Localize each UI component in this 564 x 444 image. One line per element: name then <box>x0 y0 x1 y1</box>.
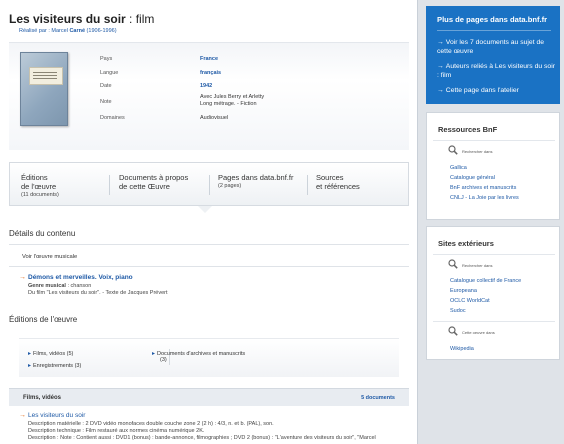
country-value[interactable]: France <box>200 56 218 62</box>
page-title: Les visiteurs du soir : film <box>9 12 155 26</box>
note-value-2: Long métrage. - Fiction <box>200 101 257 107</box>
film-description-1: Description matérielle : 2 DVD vidéo mon… <box>28 421 274 427</box>
work-in-label: Cette oeuvre dans <box>462 330 495 335</box>
work-tabs: Éditions de l'œuvre (11 documents) Docum… <box>9 162 409 206</box>
divider <box>433 321 555 322</box>
external-sites-title: Sites extérieurs <box>438 239 494 248</box>
films-bar-count[interactable]: 5 documents <box>361 395 395 401</box>
external-link-ccfr[interactable]: Catalogue collectif de France <box>450 278 521 284</box>
tab-editions[interactable]: Éditions de l'œuvre (11 documents) <box>21 173 59 200</box>
tab-editions-label: Éditions <box>21 173 48 182</box>
musical-work-link[interactable]: Démons et merveilles. Voix, piano <box>28 274 133 281</box>
main-content: Les visiteurs du soir : film Réalisé par… <box>0 0 418 444</box>
resource-link-gallica[interactable]: Gallica <box>450 165 467 171</box>
external-link-worldcat[interactable]: OCLC WorldCat <box>450 298 490 304</box>
films-bar-label: Films, vidéos <box>23 395 62 401</box>
domain-value: Audiovisuel <box>200 115 229 121</box>
resource-link-cnlj[interactable]: CNLJ - La Joie par les livres <box>450 195 519 201</box>
bullet-icon: ▸ <box>152 351 156 357</box>
search-in-label: Rechercher dans <box>462 263 493 268</box>
tab-editions-count: (11 documents) <box>21 192 59 198</box>
tab-sources[interactable]: Sources et références <box>316 173 360 191</box>
editions-recordings-link[interactable]: ▸ Enregistrements (3) <box>28 362 81 369</box>
search-icon <box>448 259 458 269</box>
item-note: Du film "Les visiteurs du soir". - Texte… <box>28 290 168 296</box>
arrow-icon: → <box>437 87 444 94</box>
tab-pages-label: Pages dans data.bnf.fr <box>218 173 294 182</box>
arrow-icon: → <box>19 412 26 419</box>
films-section-bar: Films, vidéos 5 documents <box>9 388 409 406</box>
editions-archives-link[interactable]: ▸ Documents d'archives et manuscrits <box>152 350 245 357</box>
arrow-icon: → <box>437 39 444 46</box>
arrow-icon: → <box>19 274 26 281</box>
arrow-icon: → <box>437 63 444 70</box>
musical-work-heading: Voir l'œuvre musicale <box>22 254 78 260</box>
bnf-resources-card: Ressources BnF Rechercher dans Gallica C… <box>426 112 560 220</box>
search-icon <box>448 326 458 336</box>
bnf-resources-title: Ressources BnF <box>438 125 498 134</box>
search-in-label: Rechercher dans <box>462 149 493 154</box>
date-value[interactable]: 1942 <box>200 83 212 89</box>
promo-atelier-link[interactable]: → Cette page dans l'atelier <box>437 87 555 96</box>
editions-archives-count: (3) <box>160 357 167 363</box>
resource-link-archives[interactable]: BnF archives et manuscrits <box>450 185 516 191</box>
details-heading: Détails du contenu <box>9 229 76 238</box>
language-label: Langue <box>100 70 119 76</box>
tab-divider <box>209 175 210 195</box>
tab-documents-about[interactable]: Documents à propos de cette Œuvre <box>119 173 188 191</box>
note-value: Avec Jules Berry et Arletty <box>200 94 265 100</box>
tab-sources-label: Sources <box>316 173 344 182</box>
promo-documents-link[interactable]: → Voir les 7 documents au sujet de cette … <box>437 39 555 56</box>
tab-divider <box>109 175 110 195</box>
more-pages-panel: Plus de pages dans data.bnf.fr → Voir les… <box>426 6 560 104</box>
external-link-sudoc[interactable]: Sudoc <box>450 308 466 314</box>
divider <box>433 140 555 141</box>
country-label: Pays <box>100 56 113 62</box>
work-info-box: Pays France Langue français Date 1942 No… <box>9 42 409 150</box>
editions-heading: Éditions de l'œuvre <box>9 315 78 324</box>
more-pages-title: Plus de pages dans data.bnf.fr <box>437 15 548 24</box>
film-description-2: Description technique : Film restauré au… <box>28 428 205 434</box>
editions-box: ▸ Films, vidéos (5) ▸ Enregistrements (3) … <box>19 338 399 377</box>
domain-label: Domaines <box>100 115 125 121</box>
editions-films-link[interactable]: ▸ Films, vidéos (5) <box>28 350 73 357</box>
divider <box>433 254 555 255</box>
work-cover-image <box>20 52 68 126</box>
genre-line: Genre musical : chanson <box>28 283 92 289</box>
language-value[interactable]: français <box>200 70 221 76</box>
tab-documents-label: Documents à propos <box>119 173 189 182</box>
divider <box>9 244 409 245</box>
resource-link-catalogue[interactable]: Catalogue général <box>450 175 495 181</box>
external-link-europeana[interactable]: Europeana <box>450 288 477 294</box>
film-link[interactable]: Les visiteurs du soir <box>28 412 85 419</box>
tab-documents-label2: de cette Œuvre <box>119 182 170 191</box>
divider <box>437 30 551 31</box>
bullet-icon: ▸ <box>28 351 32 357</box>
external-sites-card: Sites extérieurs Rechercher dans Catalog… <box>426 226 560 360</box>
external-link-wikipedia[interactable]: Wikipedia <box>450 346 474 352</box>
film-description-3: Description : Note : Contient aussi : DV… <box>28 435 376 441</box>
tab-pages-count: (2 pages) <box>218 183 242 189</box>
promo-authors-link[interactable]: → Auteurs reliés à Les visiteurs du soir … <box>437 63 555 80</box>
tab-pages[interactable]: Pages dans data.bnf.fr (2 pages) <box>218 173 293 191</box>
sidebar: Plus de pages dans data.bnf.fr → Voir les… <box>426 0 560 444</box>
bullet-icon: ▸ <box>28 363 32 369</box>
tab-sources-label2: et références <box>316 182 360 191</box>
byline[interactable]: Réalisé par : Marcel Carné (1906-1996) <box>19 28 117 34</box>
active-tab-pointer <box>198 206 212 213</box>
note-label: Note <box>100 99 112 105</box>
search-icon <box>448 145 458 155</box>
tab-editions-label2: de l'œuvre <box>21 182 57 191</box>
divider <box>9 266 409 267</box>
date-label: Date <box>100 83 112 89</box>
tab-divider <box>307 175 308 195</box>
